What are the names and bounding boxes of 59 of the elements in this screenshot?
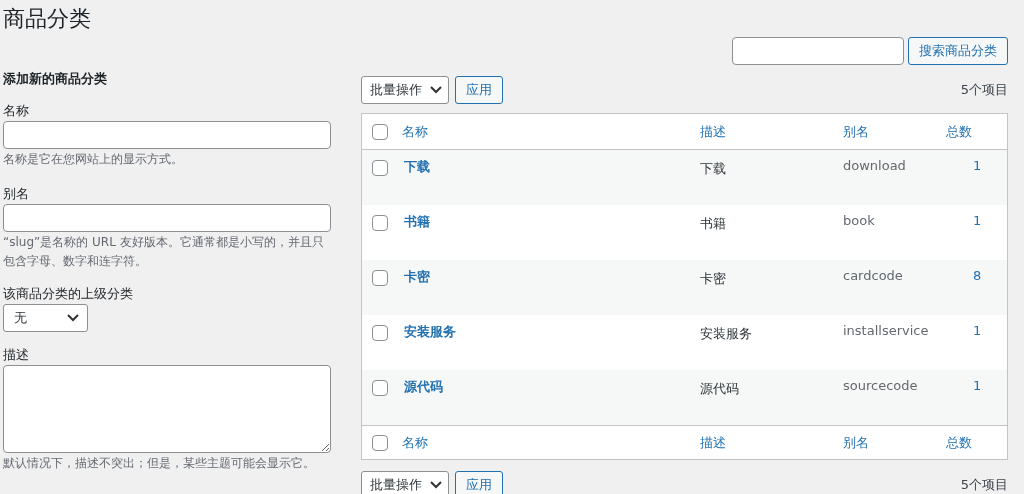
slug-cell: cardcode: [843, 268, 903, 283]
description-cell: 卡密: [700, 270, 726, 288]
row-checkbox[interactable]: [372, 160, 388, 176]
count-link[interactable]: 1: [973, 378, 982, 393]
select-all-checkbox[interactable]: [372, 123, 388, 140]
bulk-actions-dropdown[interactable]: 批量操作: [361, 76, 449, 104]
slug-cell: installservice: [843, 323, 929, 338]
category-name-link[interactable]: 源代码: [404, 378, 443, 396]
column-header[interactable]: 描述: [700, 433, 726, 452]
column-header[interactable]: 总数: [946, 122, 972, 141]
name-input-field[interactable]: [3, 121, 331, 149]
help-text: 默认情况下，描述不突出；但是，某些主题可能会显示它。: [3, 455, 315, 472]
count-link[interactable]: 1: [973, 323, 982, 338]
page-title: 商品分类: [3, 5, 91, 33]
category-name-link[interactable]: 书籍: [404, 213, 430, 231]
category-name-link[interactable]: 卡密: [404, 268, 430, 286]
search-field[interactable]: [732, 37, 904, 65]
column-header[interactable]: 名称: [402, 433, 428, 452]
column-header[interactable]: 描述: [700, 122, 726, 141]
apply-button[interactable]: 应用: [455, 471, 503, 494]
select-all-checkbox[interactable]: [372, 434, 388, 451]
field-label: 名称: [3, 102, 29, 119]
item-count: 5个项目: [960, 81, 1008, 99]
chevron-down-icon: [67, 314, 79, 322]
row-checkbox[interactable]: [372, 325, 388, 341]
field-label: 描述: [3, 346, 29, 363]
description-cell: 书籍: [700, 215, 726, 233]
search-button[interactable]: 搜索商品分类: [908, 37, 1008, 65]
description-text-area[interactable]: [3, 365, 331, 453]
category-name-link[interactable]: 安装服务: [404, 323, 456, 341]
column-header[interactable]: 别名: [843, 433, 869, 452]
chevron-down-icon: [430, 86, 442, 94]
slug-input-field[interactable]: [3, 204, 331, 232]
column-header[interactable]: 名称: [402, 122, 428, 141]
column-header[interactable]: 总数: [946, 433, 972, 452]
row-checkbox[interactable]: [372, 380, 388, 396]
bulk-actions-dropdown[interactable]: 批量操作: [361, 471, 449, 494]
parent-dropdown[interactable]: 无: [3, 304, 88, 332]
field-label: 别名: [3, 185, 29, 202]
form-heading: 添加新的商品分类: [3, 70, 107, 88]
help-text: 名称是它在您网站上的显示方式。: [3, 151, 183, 168]
category-name-link[interactable]: 下载: [404, 158, 430, 176]
slug-cell: download: [843, 158, 906, 173]
field-label: 该商品分类的上级分类: [3, 285, 133, 302]
slug-cell: sourcecode: [843, 378, 918, 393]
description-cell: 下载: [700, 160, 726, 178]
description-cell: 安装服务: [700, 325, 752, 343]
item-count: 5个项目: [960, 476, 1008, 494]
row-checkbox[interactable]: [372, 215, 388, 231]
column-header[interactable]: 别名: [843, 122, 869, 141]
row-checkbox[interactable]: [372, 270, 388, 286]
count-link[interactable]: 1: [973, 158, 982, 173]
slug-cell: book: [843, 213, 875, 228]
description-cell: 源代码: [700, 380, 739, 398]
count-link[interactable]: 8: [973, 268, 982, 283]
apply-button[interactable]: 应用: [455, 76, 503, 104]
count-link[interactable]: 1: [973, 213, 982, 228]
chevron-down-icon: [430, 481, 442, 489]
help-text: “slug”是名称的 URL 友好版本。它通常都是小写的，并且只包含字母、数字和连字符。: [3, 234, 325, 270]
